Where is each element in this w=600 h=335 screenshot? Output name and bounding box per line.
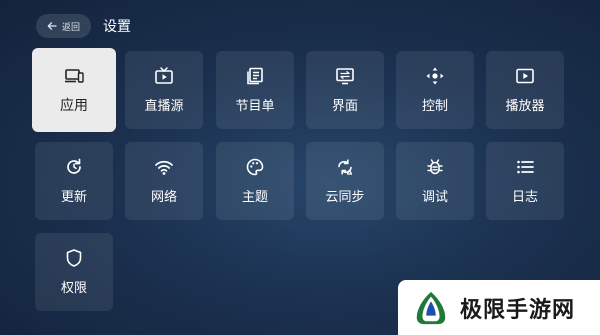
tile-label: 界面 — [331, 99, 358, 114]
cloud-sync-icon — [338, 159, 353, 175]
tile-label: 调试 — [421, 190, 448, 205]
tile-update[interactable]: 更新 — [35, 142, 113, 220]
tile-debug[interactable]: 调试 — [396, 142, 474, 220]
tile-label: 网络 — [150, 190, 177, 205]
tile-label: 节目单 — [235, 99, 275, 114]
watermark-logo — [416, 291, 446, 324]
wifi-icon — [155, 160, 173, 175]
page-title: 设置 — [103, 19, 132, 35]
live-tv-icon — [155, 67, 173, 84]
tile-label: 日志 — [511, 190, 538, 205]
tile-theme[interactable]: 主题 — [216, 142, 294, 220]
tile-label: 直播源 — [144, 99, 184, 114]
tile-program-guide[interactable]: 节目单 — [216, 51, 294, 129]
tile-interface[interactable]: 界面 — [306, 51, 384, 129]
player-icon — [516, 68, 534, 84]
watermark: 极限手游网 — [398, 280, 600, 335]
tile-network[interactable]: 网络 — [125, 142, 203, 220]
tile-control[interactable]: 控制 — [396, 51, 474, 129]
back-label: 返回 — [62, 22, 81, 33]
tile-player[interactable]: 播放器 — [486, 51, 564, 129]
back-button[interactable]: 返回 — [36, 14, 92, 38]
arrow-left-icon — [47, 22, 57, 30]
tile-label: 主题 — [241, 190, 268, 205]
interface-icon — [336, 68, 354, 85]
bug-icon — [427, 159, 443, 175]
palette-icon — [246, 158, 264, 176]
tile-cloud-sync[interactable]: 云同步 — [306, 142, 384, 220]
log-list-icon — [517, 160, 534, 174]
devices-icon — [65, 68, 84, 83]
tile-label: 控制 — [421, 99, 448, 114]
refresh-icon — [67, 158, 81, 174]
tile-label: 应用 — [60, 97, 88, 114]
tile-label: 更新 — [60, 190, 87, 205]
tile-apps[interactable]: 应用 — [32, 48, 116, 132]
tile-label: 播放器 — [505, 99, 545, 114]
tile-live-source[interactable]: 直播源 — [125, 51, 203, 129]
guide-list-icon — [247, 67, 263, 85]
tile-log[interactable]: 日志 — [486, 142, 564, 220]
shield-icon — [66, 249, 82, 267]
watermark-text: 极限手游网 — [460, 297, 576, 323]
tile-label: 权限 — [60, 281, 87, 296]
tile-label: 云同步 — [325, 190, 365, 205]
header: 返回 设置 — [36, 13, 131, 39]
tile-permissions[interactable]: 权限 — [35, 233, 113, 311]
control-icon — [426, 67, 444, 85]
